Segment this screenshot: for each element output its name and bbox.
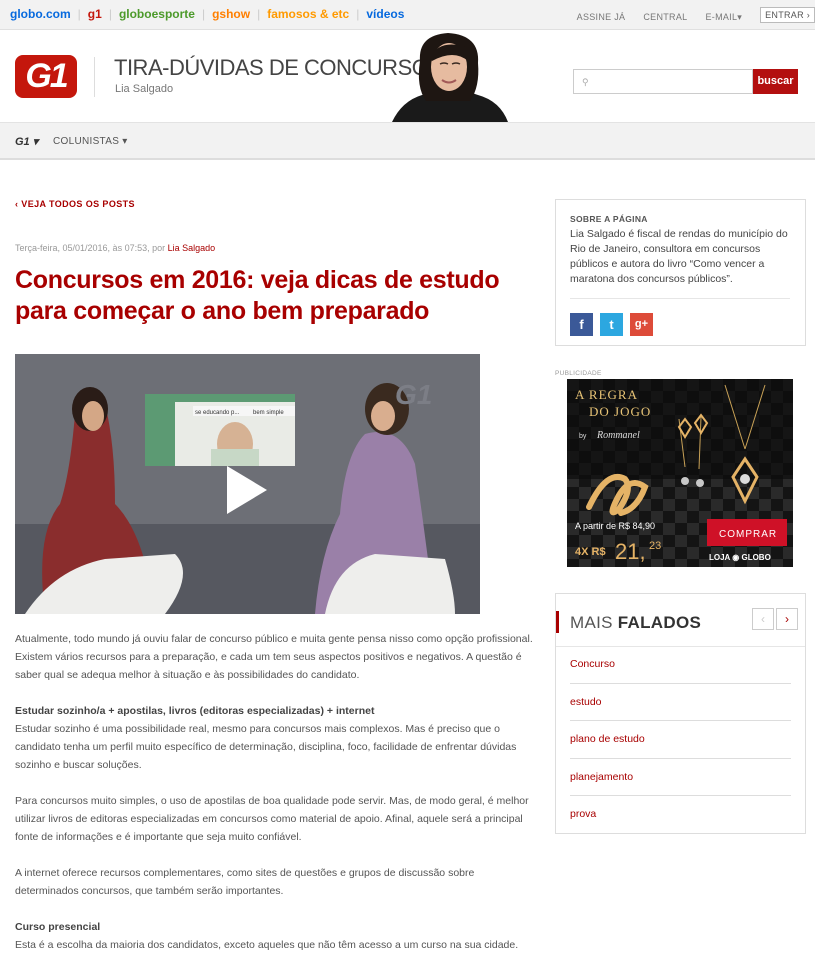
colunistas-menu[interactable]: COLUNISTAS ▾ [53, 136, 128, 147]
globo-portal-nav: globo.com | g1 | globoesporte | gshow | … [10, 7, 411, 21]
mais-title-bold: FALADOS [617, 613, 702, 632]
ad-creative: A REGRA DO JOGO by Rommanel A partir de … [567, 379, 793, 567]
search-button[interactable]: buscar [753, 69, 798, 94]
tag-link[interactable]: estudo [570, 684, 791, 721]
blog-author: Lia Salgado [115, 83, 174, 95]
mais-falados-title: MAIS FALADOS [570, 613, 701, 633]
search-input[interactable]: ⚲ [573, 69, 753, 94]
about-divider [570, 298, 790, 299]
central-link[interactable]: CENTRAL [643, 12, 687, 22]
video-screen-caption: se educando p... [195, 410, 240, 416]
header-divider [94, 57, 95, 97]
paragraph: Esta é a escolha da maioria dos candidat… [15, 939, 519, 951]
tag-link[interactable]: plano de estudo [570, 721, 791, 759]
portal-link-globo[interactable]: globo.com [10, 7, 71, 21]
ad-store-logo: LOJA ◉ GLOBO [709, 553, 771, 562]
nav-separator: | [257, 7, 261, 21]
assine-link[interactable]: ASSINE JÁ [577, 12, 626, 22]
about-page-box: SOBRE A PÁGINA Lia Salgado é fiscal de r… [555, 199, 806, 346]
section-subtitle: Curso presencial [15, 921, 101, 933]
entrar-button[interactable]: ENTRAR › [760, 7, 815, 23]
paragraph: Para concursos muito simples, o uso de a… [15, 795, 529, 843]
mais-title-prefix: MAIS [570, 613, 613, 632]
ad-installments: 4X R$ [575, 546, 606, 558]
ad-by: by [579, 433, 587, 440]
ad-buy-label[interactable]: COMPRAR [719, 529, 777, 540]
tag-link[interactable]: prova [570, 796, 791, 834]
email-link[interactable]: E-MAIL▾ [705, 12, 742, 23]
about-text: Lia Salgado é fiscal de rendas do municí… [570, 228, 788, 285]
about-label: SOBRE A PÁGINA [570, 214, 648, 224]
ad-price-cents: 23 [649, 540, 661, 552]
nav-separator: | [356, 7, 360, 21]
portal-link-videos[interactable]: vídeos [366, 7, 404, 21]
next-arrow-icon[interactable]: › [776, 608, 798, 630]
search-form: ⚲ buscar [573, 69, 798, 94]
post-body: Atualmente, todo mundo já ouviu falar de… [15, 630, 535, 972]
search-icon: ⚲ [582, 77, 589, 87]
twitter-share-icon[interactable]: t [600, 313, 623, 336]
portal-link-g1[interactable]: g1 [88, 7, 102, 21]
nav-separator: | [108, 7, 112, 21]
portal-link-globoesporte[interactable]: globoesporte [119, 7, 195, 21]
paragraph: A internet oferece recursos complementar… [15, 867, 475, 897]
nav-separator: | [201, 7, 206, 21]
paragraph: Atualmente, todo mundo já ouviu falar de… [15, 633, 533, 681]
section-subtitle: Estudar sozinho/a + apostilas, livros (e… [15, 705, 375, 717]
ad-price-from: A partir de R$ 84,90 [575, 521, 655, 531]
g1-menu[interactable]: G1 ▾ [15, 135, 38, 148]
section-nav: G1 ▾ COLUNISTAS ▾ [0, 122, 815, 160]
ad-title-line1: A REGRA [575, 387, 638, 402]
post-date: Terça-feira, 05/01/2016, às 07:53, por [15, 243, 166, 253]
account-links: ASSINE JÁ CENTRAL E-MAIL▾ ENTRAR › [577, 7, 815, 25]
prev-arrow-icon[interactable]: ‹ [752, 608, 774, 630]
post-title: Concursos em 2016: veja dicas de estudo … [15, 266, 500, 325]
back-to-posts-link[interactable]: ‹ VEJA TODOS OS POSTS [15, 199, 135, 209]
video-player[interactable]: se educando p... bem simple G1 [15, 354, 480, 614]
author-portrait [392, 33, 508, 122]
g1-logo[interactable]: G1 [15, 55, 77, 98]
ad-price: 21, [615, 539, 646, 564]
tag-link[interactable]: Concurso [570, 646, 791, 684]
rommanel-ad[interactable]: A REGRA DO JOGO by Rommanel A partir de … [567, 379, 793, 567]
tag-link[interactable]: planejamento [570, 759, 791, 796]
nav-separator: | [77, 7, 81, 21]
ad-brand: Rommanel [596, 430, 640, 441]
mais-falados-list: Concurso estudo plano de estudo planejam… [570, 646, 791, 834]
portal-link-famosos[interactable]: famosos & etc [267, 7, 349, 21]
mais-falados-box: MAIS FALADOS ‹ › Concurso estudo plano d… [555, 593, 806, 834]
mais-accent-bar [556, 611, 559, 633]
video-screen-caption2: bem simple [253, 410, 284, 416]
post-meta: Terça-feira, 05/01/2016, às 07:53, por L… [15, 243, 215, 253]
paragraph: Estudar sozinho é uma possibilidade real… [15, 723, 517, 771]
video-thumbnail: se educando p... bem simple G1 [15, 354, 480, 614]
googleplus-share-icon[interactable]: g+ [630, 313, 653, 336]
facebook-share-icon[interactable]: f [570, 313, 593, 336]
ad-label: PUBLICIDADE [555, 370, 602, 377]
portal-link-gshow[interactable]: gshow [212, 7, 250, 21]
globo-top-bar: globo.com | g1 | globoesporte | gshow | … [0, 0, 815, 30]
blog-header: G1 TIRA-DÚVIDAS DE CONCURSOS Lia Salgado… [0, 31, 815, 122]
g1-set-logo: G1 [395, 379, 432, 410]
ad-title-line2: DO JOGO [589, 404, 651, 419]
post-author-link[interactable]: Lia Salgado [168, 243, 216, 253]
